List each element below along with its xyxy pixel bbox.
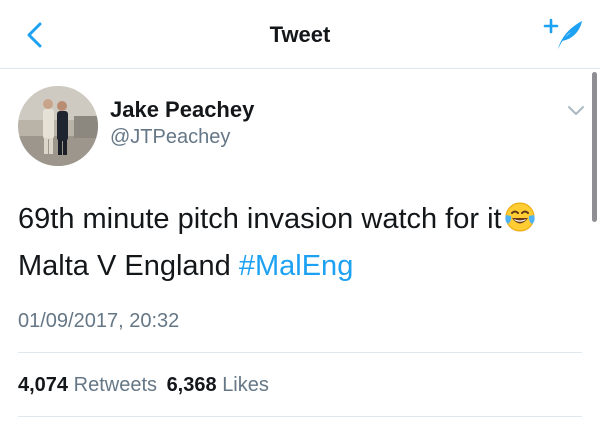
chevron-down-icon[interactable] — [566, 104, 586, 118]
navigation-bar: Tweet — [0, 0, 600, 69]
compose-tweet-icon[interactable] — [542, 17, 584, 51]
tweet-text-part: 69th minute pitch invasion watch for it — [18, 203, 502, 235]
scrollbar[interactable] — [592, 72, 597, 222]
author-name[interactable]: Jake Peachey — [110, 97, 254, 123]
face-with-tears-of-joy-icon — [504, 202, 535, 232]
retweets-label: Retweets — [73, 374, 157, 396]
likes-label: Likes — [222, 374, 269, 396]
avatar[interactable] — [18, 86, 98, 166]
divider — [18, 416, 582, 417]
divider — [18, 352, 582, 353]
tweet-text-line: Malta V England #MalEng — [18, 243, 588, 290]
tweet-text-part: Malta V England — [18, 250, 239, 282]
tweet-text-line: 69th minute pitch invasion watch for it — [18, 196, 588, 243]
timestamp: 01/09/2017, 20:32 — [18, 310, 180, 332]
author-handle[interactable]: @JTPeachey — [110, 126, 230, 149]
page-title: Tweet — [269, 22, 331, 47]
hashtag-link[interactable]: #MalEng — [239, 250, 353, 282]
likes-count: 6,368 — [166, 374, 217, 396]
retweets-stat[interactable]: 4,074 Retweets — [18, 374, 157, 396]
retweets-count: 4,074 — [18, 374, 69, 396]
tweet-stats: 4,074 Retweets 6,368 Likes — [18, 374, 273, 397]
tweet-text: 69th minute pitch invasion watch for it … — [18, 196, 588, 290]
likes-stat[interactable]: 6,368 Likes — [167, 374, 269, 396]
profile-photo — [18, 86, 98, 166]
